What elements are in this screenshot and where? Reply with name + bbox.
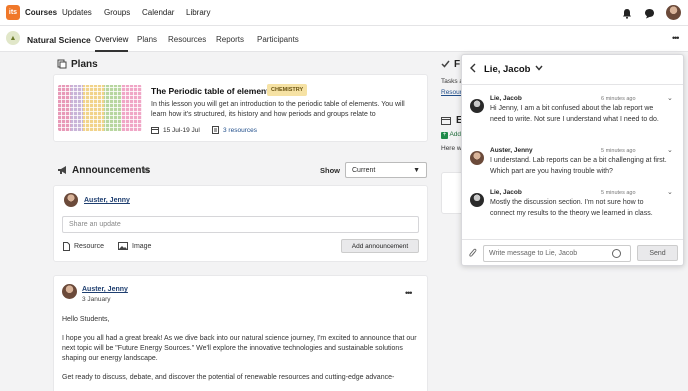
document-icon <box>212 126 219 134</box>
message-options-icon[interactable]: ⌄ <box>667 188 673 196</box>
course-navigation: ▲ Natural Science Overview Plans Resourc… <box>0 26 688 52</box>
post-paragraph: Get ready to discuss, debate, and discov… <box>62 374 395 381</box>
resources-link[interactable]: Resour <box>441 89 462 96</box>
announcements-title: Announcements <box>72 165 151 176</box>
send-button[interactable]: Send <box>637 245 678 261</box>
message-text: Hi Jenny, I am a bit confused about the … <box>490 105 659 123</box>
tasks-text: Tasks a <box>441 78 464 85</box>
top-navigation: its Courses Updates Groups Calendar Libr… <box>0 0 688 26</box>
more-icon[interactable]: ••• <box>672 33 680 43</box>
announcement-composer: Auster, Jenny Share an update Resource I… <box>53 185 428 262</box>
message-text: Mostly the discussion section. I'm not s… <box>490 199 653 217</box>
message-author: Lie, Jacob <box>490 189 522 196</box>
tab-overview[interactable]: Overview <box>95 35 128 44</box>
calendar-icon <box>441 116 451 127</box>
resource-label: Resource <box>74 243 104 250</box>
megaphone-icon <box>57 165 68 177</box>
message-options-icon[interactable]: ⌄ <box>667 94 673 102</box>
plan-date-text: 15 Jul-19 Jul <box>163 126 200 134</box>
message-input[interactable]: Write message to Lie, Jacob <box>483 245 631 262</box>
announcement-post: Auster, Jenny 3 January ••• Hello Studen… <box>53 275 428 391</box>
subject-badge: CHEMISTRY <box>267 84 308 96</box>
plans-icon <box>57 59 67 71</box>
message-time: 5 minutes ago <box>601 148 636 154</box>
chat-contact-name[interactable]: Lie, Jacob <box>484 64 530 75</box>
image-label: Image <box>132 242 152 250</box>
paperclip-icon[interactable] <box>469 248 477 260</box>
tab-participants[interactable]: Participants <box>257 35 299 44</box>
back-arrow-icon[interactable] <box>469 63 476 76</box>
nav-library[interactable]: Library <box>186 8 210 17</box>
message-author: Auster, Jenny <box>490 147 533 154</box>
message-time: 5 minutes ago <box>601 190 636 196</box>
emoji-icon[interactable] <box>612 249 621 258</box>
settings-icon[interactable]: ⚙ <box>143 167 149 175</box>
post-paragraph: Hello Students, <box>62 316 110 323</box>
plan-description: In this lesson you will get an introduct… <box>151 101 405 118</box>
author-avatar <box>64 193 78 207</box>
share-update-input[interactable]: Share an update <box>62 216 419 233</box>
tab-plans[interactable]: Plans <box>137 35 157 44</box>
add-event-label: Add <box>449 131 462 138</box>
show-filter-select[interactable]: Current ▼ <box>345 162 427 178</box>
author-name[interactable]: Auster, Jenny <box>84 197 130 204</box>
add-image-button[interactable]: Image <box>118 242 151 250</box>
message-avatar <box>470 193 484 207</box>
plans-title: Plans <box>71 59 98 70</box>
chat-composer: Write message to Lie, Jacob Send <box>462 239 683 267</box>
plan-title[interactable]: The Periodic table of elements <box>151 86 274 96</box>
document-icon <box>63 242 70 251</box>
chat-icon[interactable] <box>643 7 655 19</box>
plan-resources[interactable]: 3 resources <box>212 126 257 134</box>
nav-groups[interactable]: Groups <box>104 8 130 17</box>
plus-icon: + <box>441 132 448 139</box>
check-icon <box>441 60 450 70</box>
nav-courses[interactable]: Courses <box>25 8 57 17</box>
add-announcement-button[interactable]: Add announcement <box>341 239 419 253</box>
show-filter-value: Current <box>352 166 376 174</box>
plan-date: 15 Jul-19 Jul <box>151 126 200 134</box>
message-time: 6 minutes ago <box>601 96 636 102</box>
post-body: Hello Students, I hope you all had a gre… <box>62 315 422 391</box>
course-icon: ▲ <box>6 31 20 45</box>
add-event-link[interactable]: + Add <box>441 131 461 139</box>
active-tab-indicator <box>95 50 128 52</box>
post-date: 3 January <box>82 296 111 303</box>
plan-resources-link[interactable]: 3 resources <box>223 127 257 134</box>
chevron-down-icon[interactable] <box>535 64 543 73</box>
add-resource-button[interactable]: Resource <box>63 242 104 251</box>
message-options-icon[interactable]: ⌄ <box>667 146 673 154</box>
chevron-down-icon: ▼ <box>413 167 420 174</box>
periodic-table-thumbnail <box>58 85 142 131</box>
nav-calendar[interactable]: Calendar <box>142 8 174 17</box>
show-label: Show <box>320 166 340 175</box>
post-more-icon[interactable]: ••• <box>405 288 413 298</box>
tab-resources[interactable]: Resources <box>168 35 206 44</box>
chat-header: Lie, Jacob <box>462 55 683 85</box>
message-text: I understand. Lab reports can be a bit c… <box>490 157 667 175</box>
post-author-name[interactable]: Auster, Jenny <box>82 286 128 293</box>
app-logo[interactable]: its <box>6 5 20 20</box>
user-avatar[interactable] <box>666 5 681 20</box>
tab-reports[interactable]: Reports <box>216 35 244 44</box>
image-icon <box>118 242 128 250</box>
events-text: Here w <box>441 145 462 152</box>
message-avatar <box>470 99 484 113</box>
post-paragraph: I hope you all had a great break! As we … <box>62 335 417 362</box>
message-author: Lie, Jacob <box>490 95 522 102</box>
post-author-avatar <box>62 284 77 299</box>
calendar-icon <box>151 127 159 134</box>
tasks-title: F <box>454 59 461 70</box>
course-title: Natural Science <box>27 35 91 45</box>
message-avatar <box>470 151 484 165</box>
chat-panel: Lie, Jacob Lie, Jacob 6 minutes ago ⌄ Hi… <box>461 54 684 266</box>
nav-updates[interactable]: Updates <box>62 8 92 17</box>
plan-card[interactable]: The Periodic table of elements CHEMISTRY… <box>53 74 428 142</box>
bell-icon[interactable] <box>621 7 633 19</box>
